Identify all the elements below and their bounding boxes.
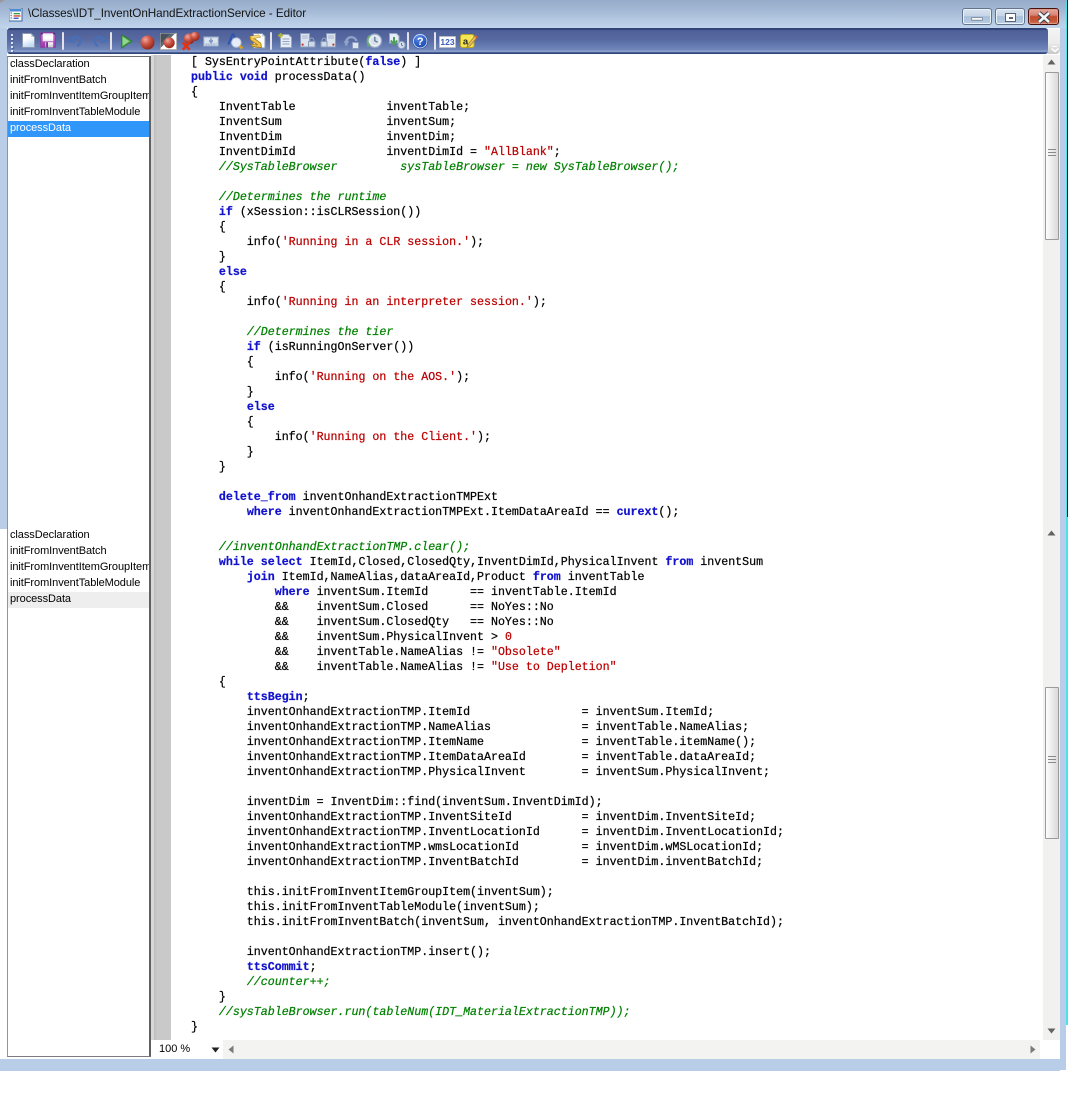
svg-text:?: ? bbox=[417, 36, 424, 48]
